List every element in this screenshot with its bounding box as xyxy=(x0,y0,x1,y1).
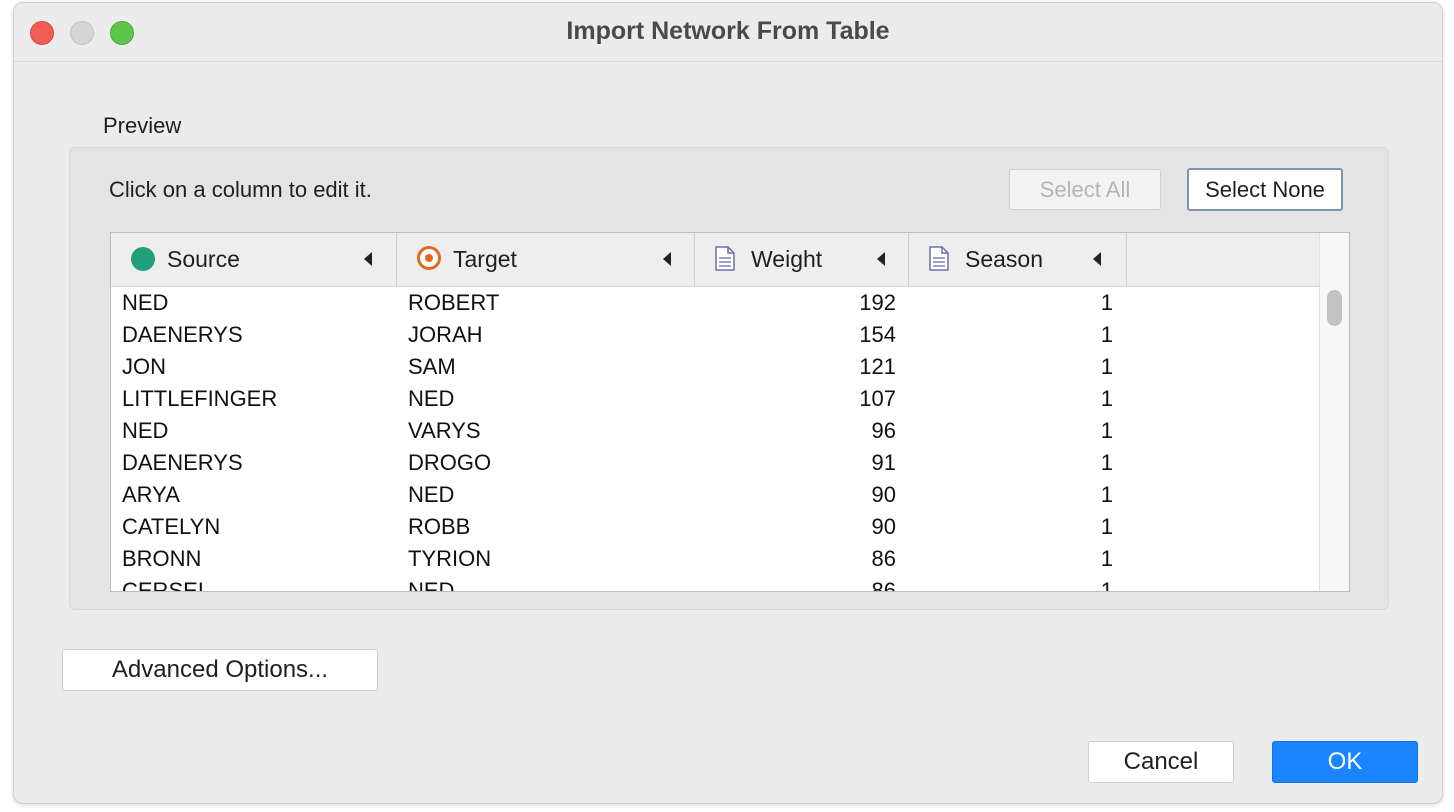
cell-weight: 86 xyxy=(871,578,896,591)
column-header-source[interactable]: Source xyxy=(111,233,397,286)
target-node-icon xyxy=(417,246,441,270)
table-row[interactable]: DAENERYS DROGO 91 1 xyxy=(111,447,1319,479)
scrollbar-thumb[interactable] xyxy=(1327,290,1342,326)
column-header-target[interactable]: Target xyxy=(397,233,695,286)
cell-source: CERSEI xyxy=(122,578,204,591)
cancel-button[interactable]: Cancel xyxy=(1088,741,1234,783)
table-row[interactable]: DAENERYS JORAH 154 1 xyxy=(111,319,1319,351)
column-menu-arrow-icon[interactable] xyxy=(663,252,671,266)
ok-button[interactable]: OK xyxy=(1272,741,1418,783)
table-body: NED ROBERT 192 1 DAENERYS JORAH 154 1 JO… xyxy=(111,287,1319,591)
cell-season: 1 xyxy=(1100,514,1113,539)
cell-target: SAM xyxy=(408,354,456,379)
cell-season: 1 xyxy=(1100,482,1113,507)
cell-target: TYRION xyxy=(408,546,492,571)
cell-weight: 121 xyxy=(859,354,896,379)
column-header-label: Season xyxy=(965,246,1044,272)
cell-season: 1 xyxy=(1100,418,1113,443)
cell-season: 1 xyxy=(1100,386,1113,411)
cell-weight: 96 xyxy=(871,418,896,443)
advanced-options-button[interactable]: Advanced Options... xyxy=(62,649,378,691)
table-row[interactable]: LITTLEFINGER NED 107 1 xyxy=(111,383,1319,415)
column-menu-arrow-icon[interactable] xyxy=(877,252,885,266)
cell-target: DROGO xyxy=(408,450,492,475)
table-row[interactable]: ARYA NED 90 1 xyxy=(111,479,1319,511)
cell-source: LITTLEFINGER xyxy=(122,386,278,411)
cell-weight: 154 xyxy=(859,322,896,347)
cell-source: CATELYN xyxy=(122,514,221,539)
column-header-season[interactable]: Season xyxy=(909,233,1127,286)
cell-source: JON xyxy=(122,354,166,379)
table-row[interactable]: NED VARYS 96 1 xyxy=(111,415,1319,447)
column-header-weight[interactable]: Weight xyxy=(695,233,909,286)
column-menu-arrow-icon[interactable] xyxy=(364,252,372,266)
preview-hint: Click on a column to edit it. xyxy=(109,177,372,202)
column-header-label: Target xyxy=(453,246,517,272)
cell-season: 1 xyxy=(1100,450,1113,475)
table-row[interactable]: CERSEI NED 86 1 xyxy=(111,575,1319,591)
cell-weight: 86 xyxy=(871,546,896,571)
cell-weight: 107 xyxy=(859,386,896,411)
table-header: Source Target Weight Season xyxy=(111,233,1319,287)
cell-weight: 192 xyxy=(859,290,896,315)
table-row[interactable]: NED ROBERT 192 1 xyxy=(111,287,1319,319)
select-all-button[interactable]: Select All xyxy=(1009,169,1161,210)
cell-target: ROBERT xyxy=(408,290,500,315)
cell-source: ARYA xyxy=(122,482,180,507)
cell-target: ROBB xyxy=(408,514,471,539)
table-row[interactable]: CATELYN ROBB 90 1 xyxy=(111,511,1319,543)
cell-source: DAENERYS xyxy=(122,322,243,347)
cell-source: DAENERYS xyxy=(122,450,243,475)
cell-target: VARYS xyxy=(408,418,481,443)
preview-label: Preview xyxy=(103,113,182,138)
cell-season: 1 xyxy=(1100,578,1113,591)
cell-season: 1 xyxy=(1100,546,1113,571)
cell-source: NED xyxy=(122,418,169,443)
cell-weight: 91 xyxy=(871,450,896,475)
window-title: Import Network From Table xyxy=(566,17,890,45)
document-icon xyxy=(715,246,735,271)
preview-table: Source Target Weight Season NED ROBERT 1… xyxy=(110,232,1350,592)
cell-weight: 90 xyxy=(871,514,896,539)
vertical-scrollbar[interactable] xyxy=(1319,233,1349,591)
table-row[interactable]: JON SAM 121 1 xyxy=(111,351,1319,383)
cell-target: NED xyxy=(408,386,455,411)
import-network-dialog: Import Network From Table Preview Click … xyxy=(13,2,1443,804)
column-menu-arrow-icon[interactable] xyxy=(1093,252,1101,266)
column-header-label: Weight xyxy=(751,246,823,272)
preview-panel: Click on a column to edit it. Select All… xyxy=(69,147,1389,610)
column-header-label: Source xyxy=(167,246,240,272)
cell-target: JORAH xyxy=(408,322,483,347)
cell-target: NED xyxy=(408,578,455,591)
title-bar: Import Network From Table xyxy=(14,3,1442,62)
cell-source: BRONN xyxy=(122,546,202,571)
cell-source: NED xyxy=(122,290,169,315)
cell-season: 1 xyxy=(1100,290,1113,315)
document-icon xyxy=(929,246,949,271)
source-node-icon xyxy=(131,247,155,271)
table-row[interactable]: BRONN TYRION 86 1 xyxy=(111,543,1319,575)
cell-season: 1 xyxy=(1100,354,1113,379)
cell-target: NED xyxy=(408,482,455,507)
cell-season: 1 xyxy=(1100,322,1113,347)
select-none-button[interactable]: Select None xyxy=(1187,168,1343,211)
cell-weight: 90 xyxy=(871,482,896,507)
